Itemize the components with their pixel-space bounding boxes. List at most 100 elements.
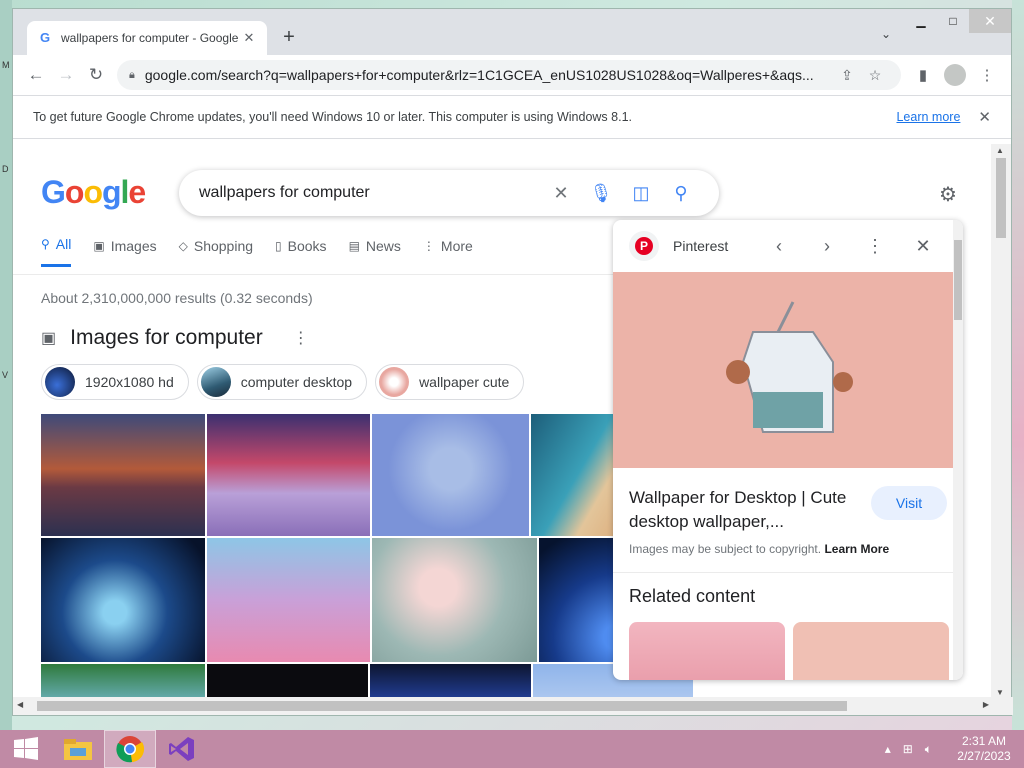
chrome-window: G wallpapers for computer - Google Searc… — [12, 8, 1013, 716]
chip-thumbnail — [379, 367, 410, 397]
minimize-button[interactable]: ▁ — [905, 9, 937, 33]
tab-more[interactable]: ⋮ More — [423, 236, 473, 267]
clock-time: 2:31 AM — [961, 734, 1007, 748]
image-result[interactable] — [41, 538, 205, 662]
new-tab-button[interactable]: + — [277, 25, 301, 49]
browser-tab[interactable]: G wallpapers for computer - Google Searc… — [27, 21, 267, 55]
related-thumbnail[interactable] — [629, 622, 785, 680]
learn-more-link[interactable]: Learn more — [896, 110, 960, 124]
desktop-icon-fragment[interactable]: D — [2, 164, 9, 174]
search-box[interactable]: wallpapers for computer ✕ 🎙︎ ◫ ⚲ — [179, 170, 719, 216]
more-options-icon[interactable]: ⋮ — [851, 236, 899, 257]
forward-button[interactable]: → — [51, 60, 81, 90]
visit-button[interactable]: Visit — [871, 486, 947, 520]
image-preview-panel: P Pinterest ‹ › ⋮ ✕ Wallpaper for Deskto… — [613, 220, 963, 680]
tab-all[interactable]: ⚲ All — [41, 236, 72, 267]
result-stats: About 2,310,000,000 results (0.32 second… — [41, 290, 313, 306]
side-panel-icon[interactable]: ▮ — [907, 66, 939, 84]
bookmark-star-icon[interactable]: ☆ — [861, 67, 889, 84]
panel-divider — [613, 572, 963, 573]
tab-close-icon[interactable]: ✕ — [241, 30, 257, 46]
chip-computer-desktop[interactable]: computer desktop — [196, 364, 368, 400]
url-text[interactable]: google.com/search?q=wallpapers+for+compu… — [145, 67, 833, 83]
section-more-icon[interactable]: ⋮ — [293, 328, 309, 348]
page-content: Google wallpapers for computer ✕ 🎙︎ ◫ ⚲ … — [13, 144, 991, 699]
file-explorer-taskbar-icon[interactable] — [52, 730, 104, 768]
back-button[interactable]: ← — [21, 60, 51, 90]
image-result[interactable] — [372, 538, 537, 662]
settings-gear-icon[interactable]: ⚙ — [939, 182, 957, 207]
maximize-button[interactable]: □ — [937, 9, 969, 33]
image-result[interactable] — [41, 664, 205, 699]
related-thumbnail[interactable] — [793, 622, 949, 680]
image-result[interactable] — [370, 664, 531, 699]
tabs-divider — [13, 274, 613, 275]
chip-thumbnail — [45, 367, 75, 397]
clock-date: 2/27/2023 — [957, 749, 1011, 763]
desktop-edge-right — [1012, 0, 1024, 730]
search-input[interactable]: wallpapers for computer — [199, 184, 541, 202]
image-result[interactable] — [207, 538, 370, 662]
pinterest-logo-icon: P — [629, 231, 659, 261]
chip-1920x1080-hd[interactable]: 1920x1080 hd — [41, 364, 189, 400]
panel-header: P Pinterest ‹ › ⋮ ✕ — [613, 220, 963, 272]
volume-icon[interactable]: 🔈︎ — [925, 742, 932, 757]
panel-scrollbar[interactable] — [953, 220, 963, 680]
close-window-button[interactable]: ✕ — [969, 9, 1011, 33]
image-result[interactable] — [372, 414, 529, 536]
chrome-taskbar-icon[interactable] — [104, 730, 156, 768]
visual-studio-taskbar-icon[interactable] — [156, 730, 208, 768]
infobar-close-icon[interactable]: ✕ — [978, 108, 991, 126]
voice-search-icon[interactable]: 🎙︎ — [581, 183, 621, 204]
network-icon[interactable]: ⊞ — [903, 742, 913, 756]
chip-wallpaper-cute[interactable]: wallpaper cute — [375, 364, 525, 400]
tab-images[interactable]: ▣ Images — [93, 236, 156, 267]
page-horizontal-scrollbar[interactable]: ◀ ▶ — [13, 697, 1013, 715]
panel-title[interactable]: Wallpaper for Desktop | Cute desktop wal… — [629, 486, 849, 534]
address-bar[interactable]: 🔒︎ google.com/search?q=wallpapers+for+co… — [117, 60, 901, 90]
menu-icon[interactable]: ⋮ — [971, 66, 1003, 84]
window-controls: ▁ □ ✕ — [905, 9, 1011, 33]
search-tabs: ⚲ All ▣ Images ◇ Shopping ▯ Books ▤ News ⋮ Mor… — [41, 236, 495, 267]
clock[interactable]: 2:31 AM 2/27/2023 — [944, 734, 1024, 764]
lock-icon[interactable]: 🔒︎ — [129, 69, 135, 82]
profile-avatar[interactable] — [944, 64, 966, 86]
next-chevron-icon[interactable]: › — [803, 236, 851, 257]
clear-icon[interactable]: ✕ — [541, 183, 581, 204]
update-infobar: To get future Google Chrome updates, you… — [13, 95, 1011, 139]
image-result[interactable] — [207, 664, 368, 699]
image-grid — [41, 414, 693, 699]
refinement-chips: 1920x1080 hd computer desktop wallpaper … — [41, 364, 532, 400]
google-favicon-icon: G — [39, 30, 51, 45]
share-icon[interactable]: ⇪ — [833, 67, 861, 84]
panel-source[interactable]: Pinterest — [673, 238, 755, 254]
learn-more-link[interactable]: Learn More — [824, 542, 889, 556]
tab-books[interactable]: ▯ Books — [275, 236, 327, 267]
infobar-message: To get future Google Chrome updates, you… — [33, 110, 632, 124]
desktop-icon-fragment[interactable]: V — [2, 370, 8, 380]
tab-shopping[interactable]: ◇ Shopping — [179, 236, 253, 267]
previous-chevron-icon[interactable]: ‹ — [755, 236, 803, 257]
desktop-icon-fragment[interactable]: M — [2, 60, 10, 70]
browser-toolbar: ← → ↻ 🔒︎ google.com/search?q=wallpapers+… — [13, 55, 1011, 95]
page-vertical-scrollbar[interactable]: ▲ ▼ — [991, 144, 1011, 699]
start-button[interactable] — [0, 730, 52, 768]
image-icon: ▣ — [41, 330, 57, 347]
image-result[interactable] — [207, 414, 370, 536]
title-bar: G wallpapers for computer - Google Searc… — [13, 9, 1011, 55]
reload-button[interactable]: ↻ — [81, 60, 111, 90]
search-icon[interactable]: ⚲ — [661, 183, 701, 204]
tab-news[interactable]: ▤ News — [349, 236, 401, 267]
tag-icon: ◇ — [178, 238, 188, 253]
close-panel-icon[interactable]: ✕ — [899, 236, 947, 257]
lens-icon[interactable]: ◫ — [621, 183, 661, 204]
google-logo[interactable]: Google — [41, 174, 146, 211]
image-result[interactable] — [41, 414, 205, 536]
more-vert-icon: ⋮ — [422, 238, 435, 253]
book-icon: ▯ — [275, 238, 282, 253]
copyright-note: Images may be subject to copyright. Lear… — [629, 542, 890, 556]
panel-image[interactable] — [613, 272, 963, 468]
tab-search-icon[interactable]: ⌄ — [881, 27, 891, 41]
show-hidden-icons-icon[interactable]: ▴ — [885, 742, 891, 756]
taskbar: ▴ ⊞ 🔈︎ 2:31 AM 2/27/2023 — [0, 730, 1024, 768]
